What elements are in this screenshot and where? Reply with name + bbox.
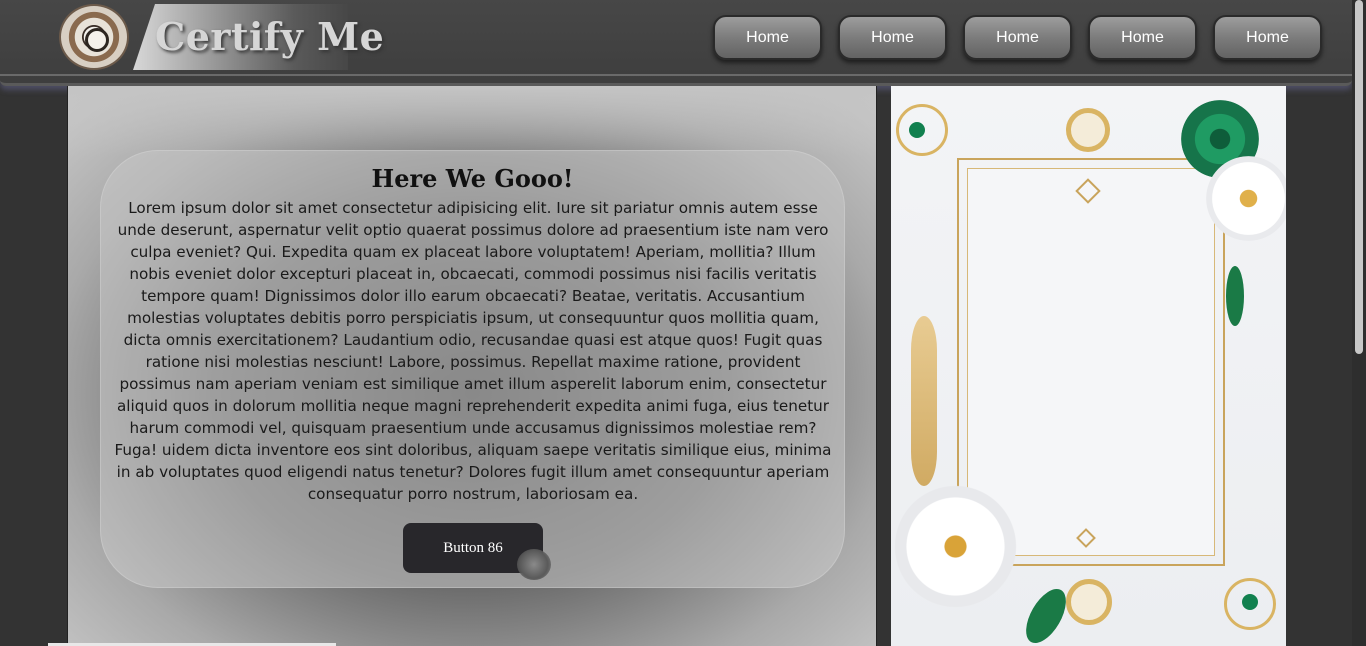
vertical-scrollbar-thumb[interactable] [1355, 0, 1363, 354]
nav-home-button-2[interactable]: Home [838, 15, 947, 60]
green-leaf-icon [1018, 582, 1074, 646]
green-leaf-icon [1226, 266, 1244, 326]
nav-home-button-5[interactable]: Home [1213, 15, 1322, 60]
frame-inner-border [967, 168, 1215, 556]
button-hover-dot [517, 549, 551, 580]
floral-certificate-frame [891, 86, 1286, 646]
emerald-gem-icon [909, 122, 925, 138]
white-flower-icon [893, 484, 1018, 609]
nav-home-button-1[interactable]: Home [713, 15, 822, 60]
gold-leaf-icon [911, 316, 937, 486]
white-flower-icon [1206, 156, 1286, 241]
nav-home-button-3[interactable]: Home [963, 15, 1072, 60]
gold-ring-icon [1066, 579, 1112, 625]
card-body-text: Lorem ipsum dolor sit amet consectetur a… [114, 199, 832, 503]
gold-ring-icon [1066, 108, 1110, 152]
nav-home-button-4[interactable]: Home [1088, 15, 1197, 60]
card-title: Here We Gooo! [371, 164, 574, 193]
clock-logo-icon[interactable] [59, 4, 129, 70]
top-navbar: Certify Me Home Home Home Home Home [0, 0, 1352, 86]
emerald-gem-icon [1242, 594, 1258, 610]
brand-title[interactable]: Certify Me [155, 14, 384, 59]
